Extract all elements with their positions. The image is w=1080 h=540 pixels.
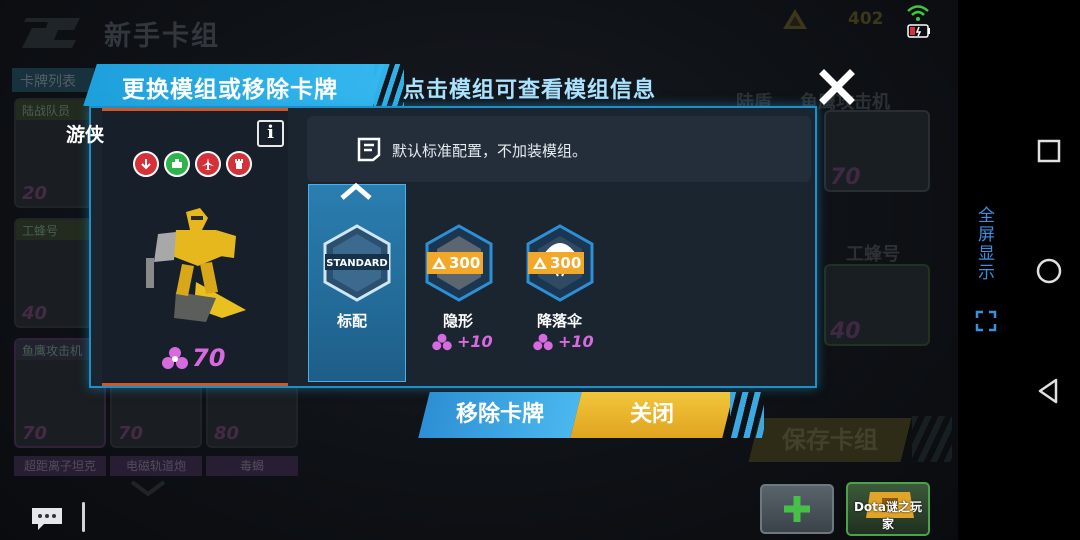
close-icon[interactable] — [818, 68, 856, 106]
unit-traits — [133, 151, 252, 177]
close-label: 关闭 — [629, 402, 674, 427]
player-name: Dota谜之玩家 — [853, 500, 923, 531]
module-name: 隐形 — [443, 312, 474, 330]
gold-icon — [533, 257, 547, 269]
text-cursor — [82, 502, 85, 532]
modal-title: 更换模组或移除卡牌 — [122, 77, 338, 103]
modal-subtitle: 点击模组可查看模组信息 — [403, 78, 657, 103]
fullscreen-label[interactable]: 全屏显示 — [972, 206, 997, 282]
plus-icon — [784, 496, 810, 522]
decor-stripes — [730, 392, 764, 438]
module-price-value: 300 — [550, 254, 582, 272]
unit-robot-image — [146, 208, 246, 322]
document-icon — [357, 137, 381, 162]
arrow-down-icon — [133, 151, 159, 177]
gold-icon — [432, 257, 446, 269]
back-icon[interactable] — [1034, 376, 1064, 406]
module-name: 标配 — [337, 312, 368, 330]
player-avatar[interactable]: Dota谜之玩家 — [846, 482, 930, 536]
info-button[interactable]: i — [257, 120, 284, 147]
module-bonus: +10 — [432, 332, 493, 351]
expand-icon[interactable] — [975, 310, 997, 332]
module-price-value: 300 — [449, 254, 481, 272]
chevron-up-icon — [340, 182, 372, 200]
module-bonus-value: +10 — [457, 332, 493, 351]
module-price: 300 — [427, 252, 483, 274]
battery-icon — [907, 24, 930, 38]
unit-cost-value: 70 — [192, 344, 226, 372]
aircraft-icon — [195, 151, 221, 177]
decor-stripes — [374, 64, 404, 106]
unit-name: 游侠 — [66, 124, 105, 146]
game-screen: 新手卡组 402 卡牌列表 陆盾 陆战队员 20 工蜂号 40 鱼鹰攻击机 70… — [0, 0, 958, 540]
module-description: 默认标准配置，不加装模组。 — [392, 142, 588, 160]
tower-icon — [226, 151, 252, 177]
close-button[interactable]: 关闭 — [570, 392, 734, 438]
module-bonus: +10 — [533, 332, 594, 351]
module-price: 300 — [528, 252, 584, 274]
remove-card-label: 移除卡牌 — [455, 402, 544, 427]
energy-icon — [162, 347, 188, 369]
module-name: 降落伞 — [537, 312, 583, 330]
module-badge: STANDARD — [326, 258, 387, 269]
vehicle-icon — [164, 151, 190, 177]
energy-icon — [533, 333, 553, 350]
unit-cost: 70 — [162, 344, 225, 372]
add-button[interactable] — [760, 484, 834, 534]
wifi-icon — [907, 5, 929, 21]
recent-apps-icon[interactable] — [1034, 136, 1064, 166]
energy-icon — [432, 333, 452, 350]
remove-card-button[interactable]: 移除卡牌 — [418, 392, 582, 438]
module-bonus-value: +10 — [558, 332, 594, 351]
chat-icon[interactable] — [30, 506, 64, 532]
home-icon[interactable] — [1034, 256, 1064, 286]
standard-module-icon: STANDARD — [323, 224, 391, 302]
